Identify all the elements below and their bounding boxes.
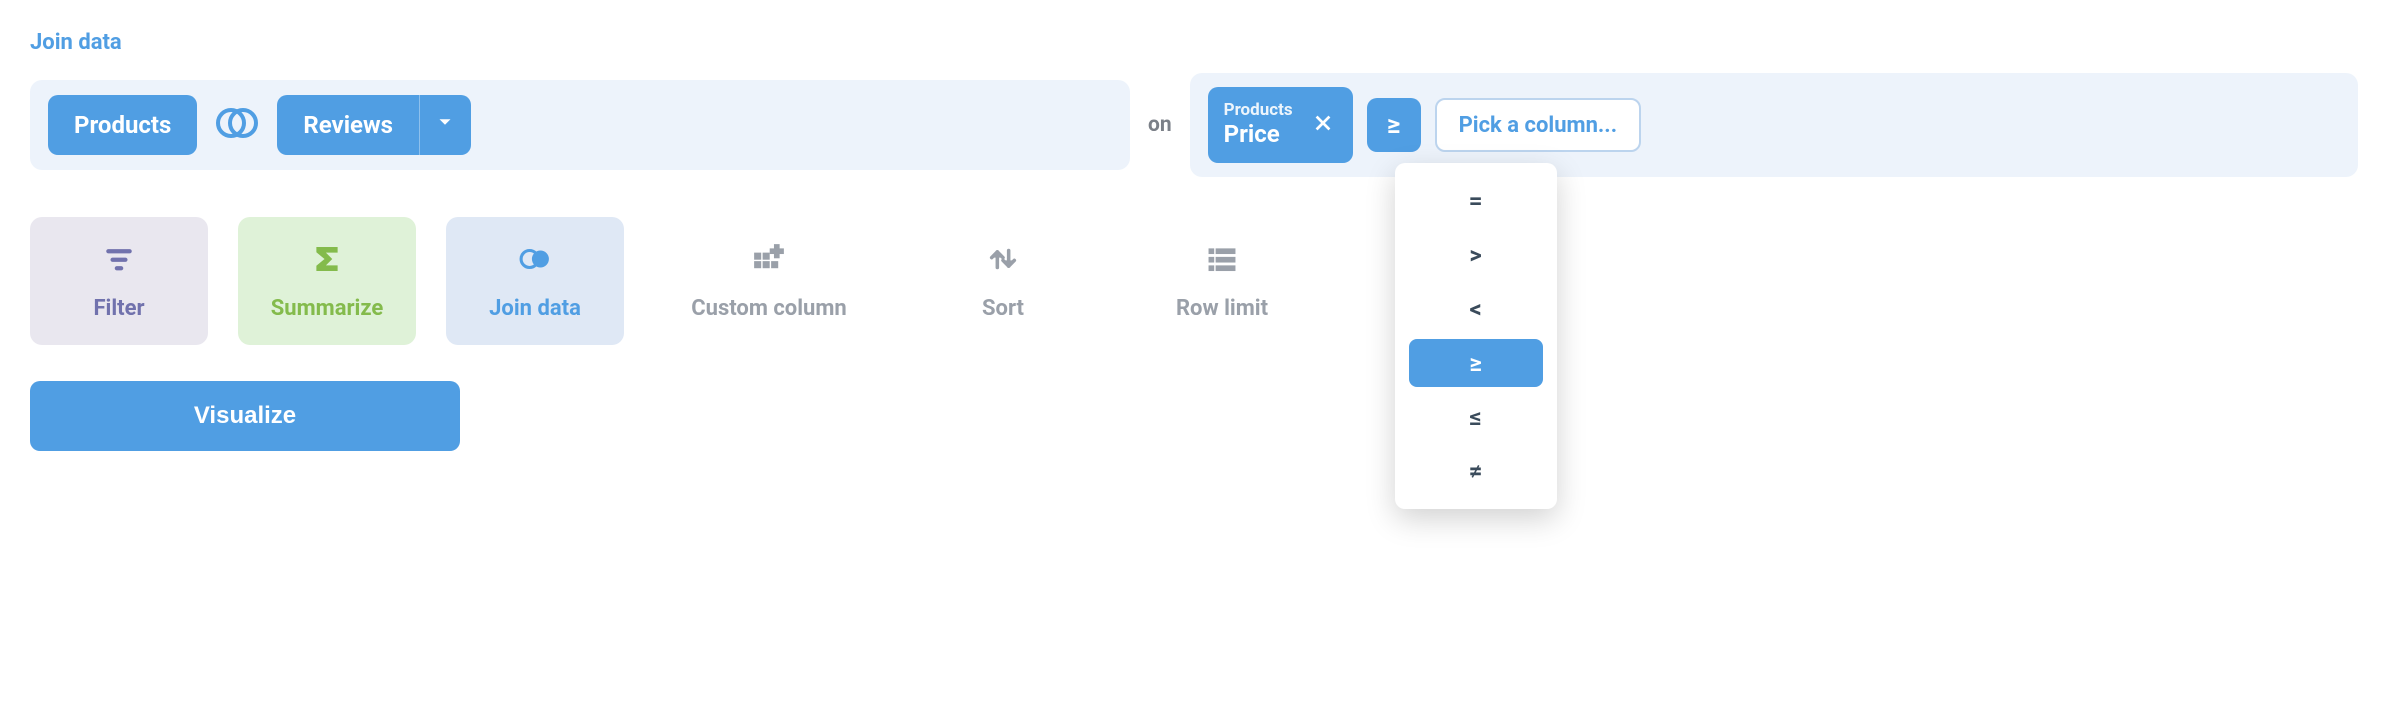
condition-left-table: Products xyxy=(1224,101,1293,121)
chevron-down-icon xyxy=(434,111,456,139)
condition-operator-label: ≥ xyxy=(1387,110,1400,140)
venn-icon xyxy=(215,101,259,149)
source-right-table-chip[interactable]: Reviews xyxy=(277,95,471,155)
operator-option-lt[interactable]: < xyxy=(1409,285,1543,333)
operator-option-gt[interactable]: > xyxy=(1409,231,1543,279)
join-on-label: on xyxy=(1148,113,1172,137)
source-right-dropdown-button[interactable] xyxy=(419,95,471,155)
condition-operator-button[interactable]: ≥ xyxy=(1367,98,1421,152)
join-sources-panel: Products Reviews xyxy=(30,80,1130,170)
condition-left-column-chip[interactable]: Products Price xyxy=(1208,87,1353,163)
operator-option-neq[interactable]: ≠ xyxy=(1409,447,1543,495)
join-data-tile[interactable]: Join data xyxy=(446,217,624,345)
operator-option-eq[interactable]: = xyxy=(1409,177,1543,225)
summarize-tile-label: Summarize xyxy=(271,296,384,321)
step-tiles-row: Filter Summarize Join data Custom column xyxy=(30,217,2358,345)
operator-option-lte[interactable]: ≤ xyxy=(1409,393,1543,441)
filter-tile[interactable]: Filter xyxy=(30,217,208,345)
operator-option-gte[interactable]: ≥ xyxy=(1409,339,1543,387)
source-left-table-label: Products xyxy=(74,111,171,139)
filter-tile-label: Filter xyxy=(93,296,144,321)
source-left-table-chip[interactable]: Products xyxy=(48,95,197,155)
remove-left-column-button[interactable] xyxy=(1309,111,1337,139)
join-condition-panel: Products Price ≥ Pick a column... = > < … xyxy=(1190,73,2358,177)
row-limit-tile-label: Row limit xyxy=(1176,296,1268,321)
operator-dropdown-menu: = > < ≥ ≤ ≠ xyxy=(1395,163,1557,509)
summarize-tile[interactable]: Summarize xyxy=(238,217,416,345)
pick-column-placeholder: Pick a column... xyxy=(1459,113,1617,138)
sort-tile-label: Sort xyxy=(982,296,1024,321)
condition-right-column-picker[interactable]: Pick a column... xyxy=(1435,98,1641,152)
sort-icon xyxy=(986,242,1020,282)
filter-icon xyxy=(102,242,136,282)
list-icon xyxy=(1205,242,1239,282)
join-config-row: Products Reviews on xyxy=(30,73,2358,177)
row-limit-tile[interactable]: Row limit xyxy=(1122,217,1322,345)
visualize-button[interactable]: Visualize xyxy=(30,381,460,451)
sigma-icon xyxy=(310,242,344,282)
close-icon xyxy=(1312,112,1334,138)
custom-column-tile[interactable]: Custom column xyxy=(654,217,884,345)
grid-plus-icon xyxy=(752,242,786,282)
join-data-tile-label: Join data xyxy=(489,296,581,321)
venn-icon xyxy=(518,242,552,282)
source-right-table-label: Reviews xyxy=(303,111,393,139)
condition-left-column: Price xyxy=(1224,121,1293,149)
custom-column-tile-label: Custom column xyxy=(691,296,847,321)
sort-tile[interactable]: Sort xyxy=(914,217,1092,345)
section-title: Join data xyxy=(30,30,2358,55)
join-type-selector[interactable] xyxy=(209,97,265,153)
